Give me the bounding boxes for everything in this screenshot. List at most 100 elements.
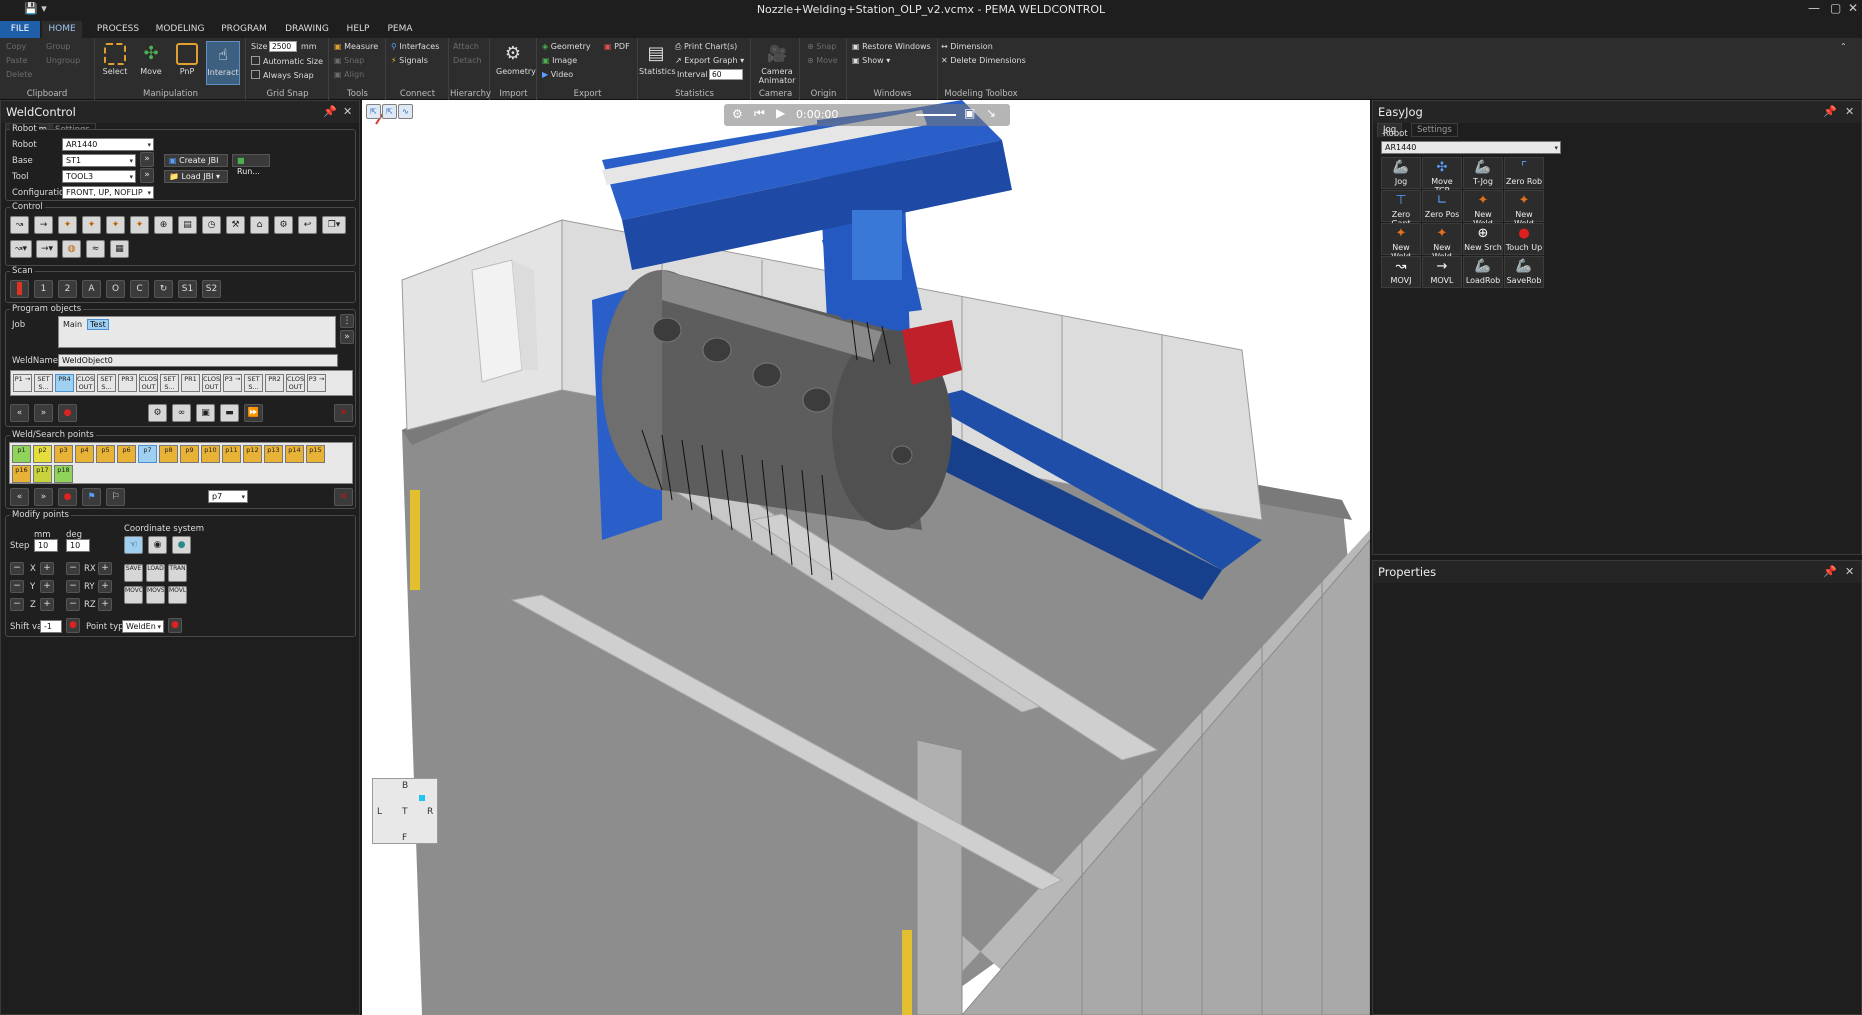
size-input[interactable]: 2500 (269, 41, 297, 52)
save-pos-icon[interactable]: SAVE (124, 564, 143, 582)
tab-help[interactable]: HELP (340, 21, 376, 38)
zero-pos-button[interactable]: ∟ Zero Pos (1422, 190, 1462, 222)
tab-pema[interactable]: PEMA (380, 21, 420, 38)
rewind-button[interactable]: « (10, 404, 29, 422)
ry-minus-button[interactable]: − (66, 580, 80, 593)
base-select[interactable]: ST1 ▾ (62, 154, 136, 167)
group-button[interactable]: Group (46, 42, 70, 51)
points-record-button[interactable]: ● (58, 488, 77, 506)
timer-instr-icon[interactable]: ◷ (202, 216, 221, 234)
tab-drawing[interactable]: DRAWING (278, 21, 336, 38)
instr-chip[interactable]: PR1 (181, 374, 200, 392)
point-chip[interactable]: p17 (33, 465, 52, 483)
ungroup-button[interactable]: Ungroup (46, 56, 80, 65)
origin-snap-button[interactable]: ⊕ Snap (807, 42, 836, 51)
home-instr-icon[interactable]: ⌂ (250, 216, 269, 234)
point-select[interactable]: p7 ▾ (208, 490, 248, 503)
pin-icon[interactable]: 📌 (1823, 101, 1837, 123)
movl-dropdown-icon[interactable]: →▾ (36, 240, 58, 258)
statistics-button[interactable]: ▤ Statistics (639, 41, 676, 85)
fast-forward-button[interactable]: ⏩ (244, 404, 263, 422)
point-chip[interactable]: p13 (264, 445, 283, 463)
step-deg-input[interactable]: 10 (66, 539, 90, 552)
show-button[interactable]: ▣ Show ▾ (852, 56, 890, 65)
pdf-button[interactable]: ▣ PDF (604, 42, 630, 51)
scan-c-button[interactable]: C (130, 280, 149, 298)
return-instr-icon[interactable]: ↩ (298, 216, 317, 234)
z-plus-button[interactable]: + (40, 598, 54, 611)
scan-a-button[interactable]: A (82, 280, 101, 298)
point-chip[interactable]: p15 (306, 445, 325, 463)
point-chip[interactable]: p16 (12, 465, 31, 483)
ry-plus-button[interactable]: + (98, 580, 112, 593)
search-instr-icon[interactable]: ⊕ (154, 216, 173, 234)
job-icon[interactable]: ▣ (196, 404, 215, 422)
points-forward-button[interactable]: » (34, 488, 53, 506)
view-cube-left[interactable]: L (377, 807, 382, 817)
trans-pos-icon[interactable]: TRAN (168, 564, 187, 582)
view-cube-top[interactable]: B (402, 781, 408, 791)
movl-button[interactable]: → MOVL (1422, 256, 1462, 288)
point-chip[interactable]: p18 (54, 465, 73, 483)
interact-button[interactable]: ☝ Interact (206, 41, 240, 85)
instr-chip[interactable]: SET S... (34, 374, 53, 392)
view-fit-icon[interactable]: ⇱ (382, 104, 397, 119)
instr-chip[interactable]: CLOS OUT (286, 374, 305, 392)
scan-1-button[interactable]: 1 (34, 280, 53, 298)
tab-settings[interactable]: Settings (1411, 123, 1458, 137)
shift-var-input[interactable]: -1 (40, 620, 62, 633)
movl-instr-icon[interactable]: → (34, 216, 53, 234)
jog-button[interactable]: 🦾 Jog (1381, 157, 1421, 189)
new-weld-button[interactable]: ✦New Weld (1381, 223, 1421, 261)
configuration-select[interactable]: FRONT, UP, NOFLIP ▾ (62, 186, 154, 199)
del-icon[interactable]: ▬ (220, 404, 239, 422)
saverob-button[interactable]: 🦾 SaveRob (1504, 256, 1544, 288)
weld-circle-icon[interactable]: ✦ (106, 216, 125, 234)
paste-button[interactable]: Paste (6, 56, 28, 65)
maximize-icon[interactable]: ▢ (1830, 1, 1841, 15)
point-chip[interactable]: p6 (117, 445, 136, 463)
close-window-icon[interactable]: ✕ (1848, 1, 1858, 15)
record-button[interactable]: ● (58, 404, 77, 422)
instr-chip[interactable]: PR3 (118, 374, 137, 392)
instr-chip[interactable]: SET S... (160, 374, 179, 392)
3d-viewport[interactable]: ⇱ ⇱ ∿ ⚙ ⏮ ▶ 0:00:00 ▣ ↘ B L T R F (362, 100, 1370, 1015)
align-button[interactable]: ▣ Align (334, 70, 364, 79)
run-button[interactable]: ■ Run... (232, 154, 270, 176)
new-weld-button[interactable]: ✦New Weld (1463, 190, 1503, 228)
rx-plus-button[interactable]: + (98, 562, 112, 575)
export-geometry-button[interactable]: ◈ Geometry (542, 42, 591, 51)
import-geometry-button[interactable]: ⚙ Geometry (496, 41, 536, 85)
weld-start-icon[interactable]: ✦ (58, 216, 77, 234)
scan-refresh-button[interactable]: ↻ (154, 280, 173, 298)
rx-minus-button[interactable]: − (66, 562, 80, 575)
weave-settings-icon[interactable]: ∞ (172, 404, 191, 422)
y-plus-button[interactable]: + (40, 580, 54, 593)
point-chip[interactable]: p14 (285, 445, 304, 463)
view-cube-bottom[interactable]: F (402, 833, 407, 843)
sim-settings-icon[interactable]: ⚙ (732, 107, 743, 121)
sim-camera-icon[interactable]: ▣ (964, 106, 975, 120)
close-panel-icon[interactable]: ✕ (1845, 101, 1854, 123)
job-item-main[interactable]: Main (63, 320, 82, 329)
pnp-button[interactable]: PnP (170, 41, 204, 85)
copy-instr-icon[interactable]: ❐▾ (322, 216, 346, 234)
load-pos-icon[interactable]: LOAD (146, 564, 165, 582)
t-jog-button[interactable]: 🦾 T-Jog (1463, 157, 1503, 189)
loadrob-button[interactable]: 🦾 LoadRob (1463, 256, 1503, 288)
print-charts-button[interactable]: ⎙ Print Chart(s) (675, 42, 737, 52)
weldname-input[interactable]: WeldObject0 (58, 354, 338, 367)
copy-button[interactable]: Copy (6, 42, 26, 51)
camera-animator-button[interactable]: 🎥 Camera Animator (758, 41, 796, 85)
instr-chip[interactable]: P3 → (307, 374, 326, 392)
point-chip[interactable]: p2 (33, 445, 52, 463)
points-flag-icon[interactable]: ⚑ (82, 488, 101, 506)
new-srch-button[interactable]: ⊕ New Srch (1463, 223, 1503, 255)
delete-button[interactable]: Delete (6, 70, 32, 79)
point-type-select[interactable]: WeldEn ▾ (122, 620, 164, 633)
point-chip[interactable]: p10 (201, 445, 220, 463)
movj-button[interactable]: ↝ MOVJ (1381, 256, 1421, 288)
point-chip[interactable]: p5 (96, 445, 115, 463)
y-minus-button[interactable]: − (10, 580, 24, 593)
rz-minus-button[interactable]: − (66, 598, 80, 611)
